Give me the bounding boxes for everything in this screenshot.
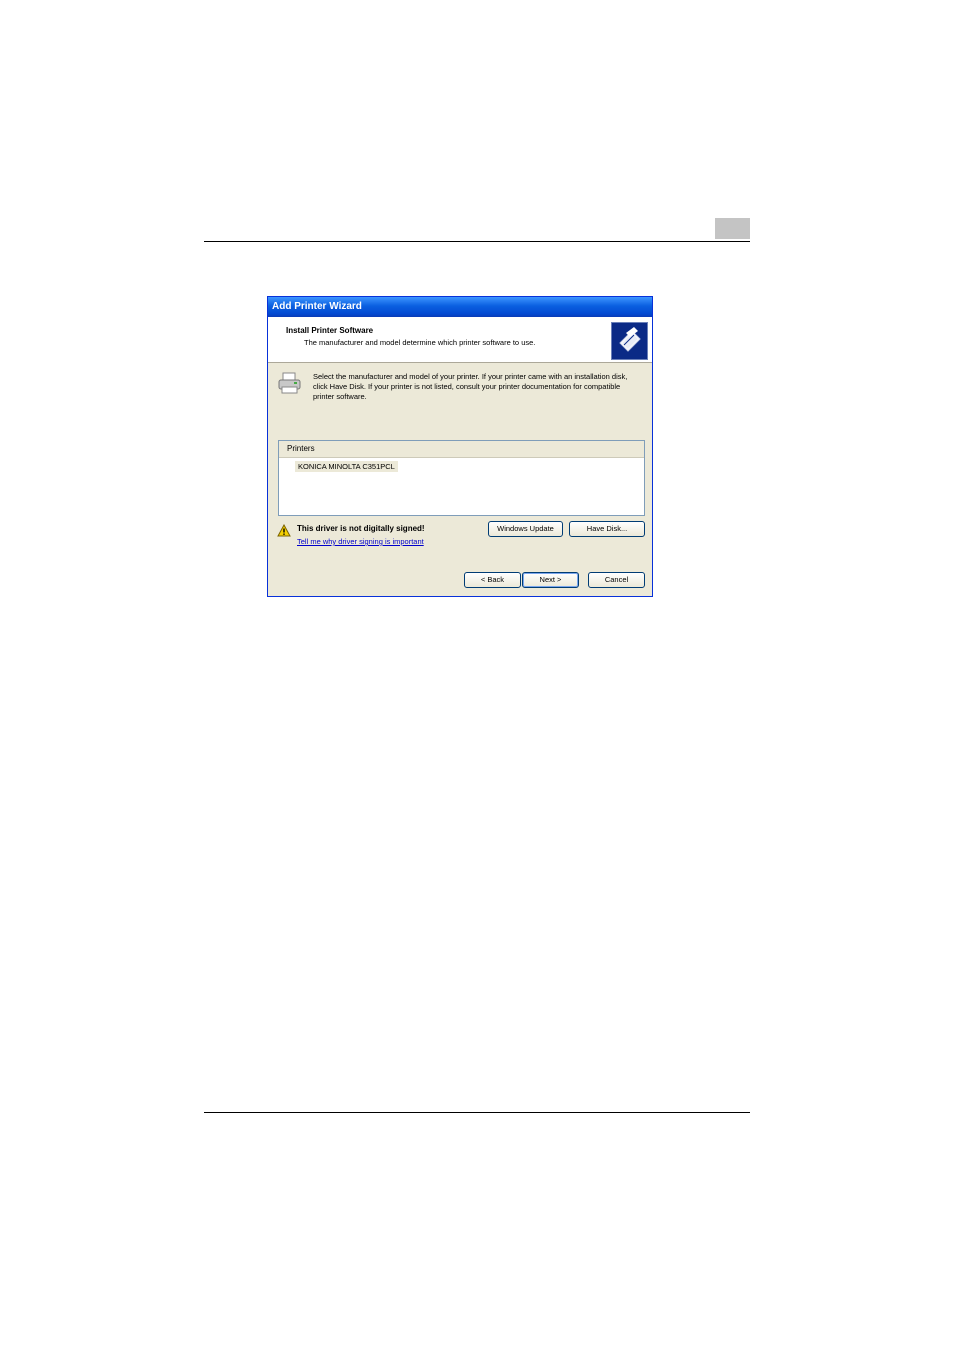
printer-icon <box>277 371 303 397</box>
driver-signing-link[interactable]: Tell me why driver signing is important <box>297 537 424 546</box>
wizard-header: Install Printer Software The manufacture… <box>268 317 652 363</box>
cancel-button[interactable]: Cancel <box>588 572 645 588</box>
windows-update-button[interactable]: Windows Update <box>488 521 563 537</box>
window-title: Add Printer Wizard <box>268 297 652 317</box>
header-title: Install Printer Software <box>286 326 374 335</box>
wizard-printer-icon <box>611 322 648 360</box>
printers-listbox[interactable]: Printers KONICA MINOLTA C351PCL <box>278 440 645 516</box>
back-button[interactable]: < Back <box>464 572 521 588</box>
have-disk-button[interactable]: Have Disk... <box>569 521 645 537</box>
bottom-rule <box>204 1112 750 1113</box>
unsigned-driver-warning: This driver is not digitally signed! <box>297 524 425 533</box>
printers-column-header[interactable]: Printers <box>279 441 644 458</box>
list-item[interactable]: KONICA MINOLTA C351PCL <box>295 461 398 472</box>
page-tab-marker <box>715 218 750 239</box>
instructions-text: Select the manufacturer and model of you… <box>313 372 628 401</box>
warning-icon <box>277 523 291 537</box>
top-rule <box>204 241 750 242</box>
add-printer-wizard-dialog: Add Printer Wizard Install Printer Softw… <box>267 296 653 597</box>
header-subtitle: The manufacturer and model determine whi… <box>304 338 536 347</box>
next-button[interactable]: Next > <box>522 572 579 588</box>
